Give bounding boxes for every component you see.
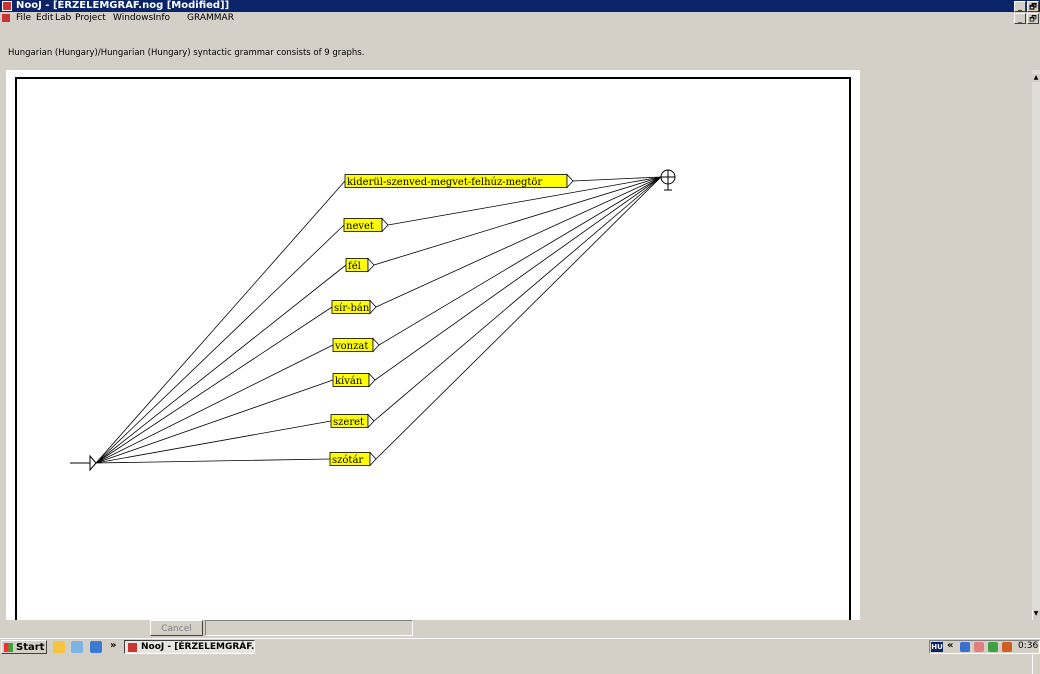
graph-nodes: kiderül-szenved-megvet-felhúz-megtör neve… (329, 173, 574, 467)
node-label: kíván (335, 376, 363, 387)
graph-node[interactable]: kíván (332, 372, 376, 388)
node-label: szeret (333, 417, 364, 428)
edge-in-0 (95, 180, 346, 464)
quicklaunch-icon-1[interactable] (53, 641, 65, 653)
grammar-graph: kiderül-szenved-megvet-felhúz-megtör neve… (70, 169, 676, 472)
graph-node[interactable]: szótár (329, 451, 377, 467)
node-label: szótár (332, 455, 363, 466)
quicklaunch-overflow[interactable]: » (110, 640, 116, 651)
nooj-task-icon (128, 643, 137, 652)
edge-in-2 (95, 264, 347, 464)
taskbar-nooj-button[interactable]: NooJ - [ÉRZELEMGRÁF... (124, 640, 255, 654)
graph-node[interactable]: vonzat (332, 337, 380, 353)
windows-logo-icon (4, 643, 13, 652)
graph-node[interactable]: kiderül-szenved-megvet-felhúz-megtör (344, 173, 574, 189)
tray-network-icon[interactable] (960, 642, 970, 652)
tray-app-icon[interactable] (974, 642, 984, 652)
start-button[interactable]: Start (1, 640, 47, 654)
quicklaunch-icon-2[interactable] (71, 641, 83, 653)
start-label: Start (16, 642, 45, 653)
initial-node[interactable] (70, 454, 97, 472)
node-label: nevet (346, 221, 374, 232)
tray-status-icon[interactable] (988, 642, 998, 652)
node-arrow (367, 257, 375, 273)
graph-node[interactable]: sír-bán (331, 299, 377, 315)
language-indicator[interactable]: HU (931, 642, 943, 652)
progress-bar (205, 620, 413, 636)
edge-in-3 (95, 306, 333, 464)
vertical-scrollbar[interactable]: ▲ ▼ (1032, 70, 1040, 674)
edge-out-2 (373, 176, 662, 266)
edge-in-5 (95, 379, 334, 464)
node-arrow (372, 337, 380, 353)
node-arrow (368, 372, 376, 388)
node-label: kiderül-szenved-megvet-felhúz-megtör (347, 177, 542, 188)
tray-expand-icon[interactable]: « (947, 640, 953, 651)
edge-out-5 (374, 176, 662, 381)
scroll-down-icon[interactable]: ▼ (1032, 610, 1040, 618)
edge-in-7 (95, 458, 331, 464)
node-arrow (381, 217, 389, 233)
task-label: NooJ - [ÉRZELEMGRÁF... (141, 642, 255, 652)
graph-node[interactable]: nevet (343, 217, 389, 233)
node-arrow (369, 451, 377, 467)
clock: 0:36 (1018, 641, 1039, 651)
node-arrow (566, 173, 574, 189)
node-arrow (369, 299, 377, 315)
terminal-node[interactable] (660, 169, 676, 191)
edge-out-6 (373, 176, 662, 422)
scroll-up-icon[interactable]: ▲ (1032, 74, 1040, 82)
edge-in-6 (95, 420, 332, 464)
taskbar: Start » NooJ - [ÉRZELEMGRÁF... HU « 0:36 (0, 638, 1040, 655)
node-arrow (367, 413, 375, 429)
edge-out-3 (375, 176, 662, 308)
node-label: vonzat (334, 341, 368, 352)
edge-in-4 (95, 344, 334, 464)
cancel-button[interactable]: Cancel (150, 620, 203, 636)
edge-in-1 (95, 224, 345, 464)
graph-node[interactable]: szeret (330, 413, 375, 429)
graph-node[interactable]: fél (345, 257, 375, 273)
tray-security-icon[interactable] (1002, 642, 1012, 652)
node-label: fél (348, 261, 361, 272)
internet-explorer-icon[interactable] (90, 641, 102, 653)
edge-out-4 (378, 176, 662, 346)
status-bar: Cancel (0, 620, 1040, 638)
node-label: sír-bán (334, 303, 370, 314)
